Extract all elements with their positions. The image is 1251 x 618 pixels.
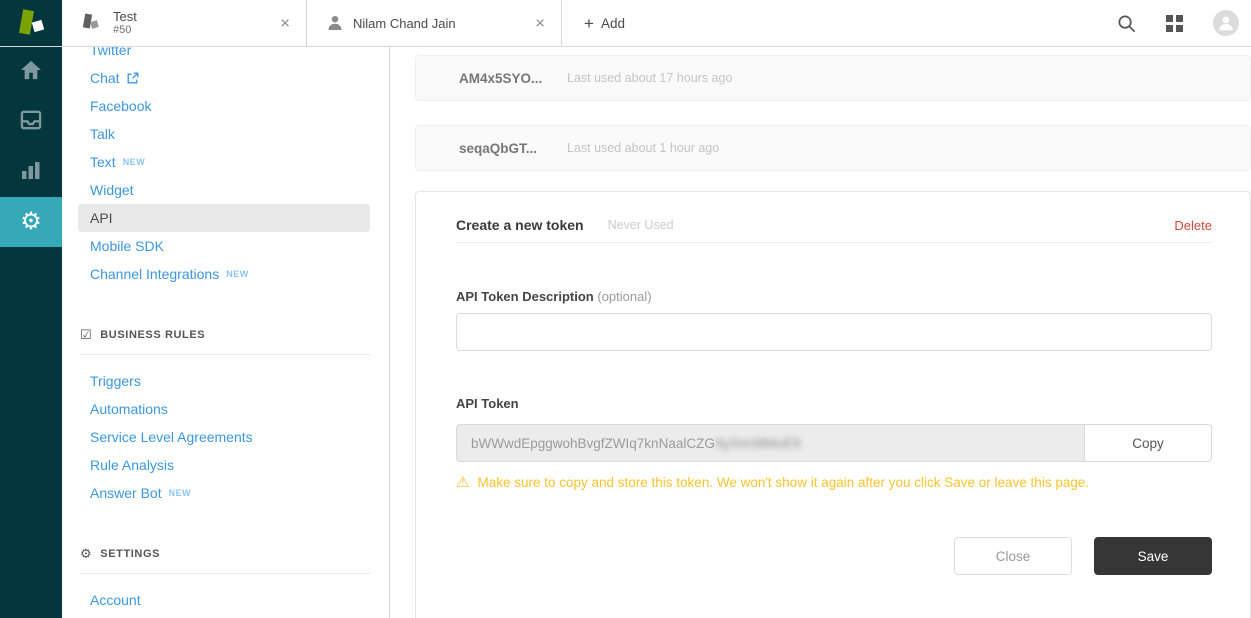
- tab-title: Nilam Chand Jain: [353, 16, 456, 31]
- token-warning: ⚠ Make sure to copy and store this token…: [456, 475, 1236, 490]
- close-tab-icon[interactable]: ×: [280, 15, 290, 32]
- sidebar-item-widget[interactable]: Widget: [78, 176, 370, 204]
- rail-item-home[interactable]: [0, 47, 62, 97]
- close-tab-icon[interactable]: ×: [535, 15, 545, 32]
- api-token-field-group: bWWwdEpggwohBvgfZWIq7knNaalCZG 6yXm38MuE…: [456, 424, 1212, 462]
- search-icon[interactable]: [1117, 14, 1136, 33]
- sidebar-item-mobile-sdk[interactable]: Mobile SDK: [78, 232, 370, 260]
- settings-sidebar: Twitter Chat Facebook Talk Text NEW Widg…: [62, 47, 390, 618]
- divider: [80, 573, 370, 574]
- api-tokens-panel: AM4x5SYO... Last used about 17 hours ago…: [390, 47, 1251, 618]
- sidebar-item-service-level-agreements[interactable]: Service Level Agreements: [78, 423, 370, 451]
- channels-nav-list: Twitter Chat Facebook Talk Text NEW Widg…: [62, 47, 389, 288]
- rail-item-reports[interactable]: [0, 147, 62, 197]
- zendesk-logo-white-shape: [32, 20, 44, 32]
- sidebar-item-chat[interactable]: Chat: [78, 64, 370, 92]
- sidebar-item-channel-integrations[interactable]: Channel Integrations NEW: [78, 260, 370, 288]
- token-last-used: Last used about 1 hour ago: [567, 141, 719, 155]
- rail-item-views[interactable]: [0, 97, 62, 147]
- top-bar: Test #50 × Nilam Chand Jain × + Add: [0, 0, 1251, 47]
- sidebar-item-talk[interactable]: Talk: [78, 120, 370, 148]
- gear-icon: ⚙: [80, 547, 92, 560]
- views-tray-icon: [20, 110, 42, 135]
- description-input[interactable]: [456, 313, 1212, 351]
- plus-icon: +: [584, 15, 594, 32]
- tab-title: Test: [113, 9, 137, 25]
- home-icon: [20, 60, 42, 85]
- token-name: seqaQbGT...: [459, 141, 549, 156]
- rail-item-settings[interactable]: ⚙: [0, 197, 62, 247]
- tab-ticket-test[interactable]: Test #50 ×: [62, 0, 307, 46]
- tab-user-nilam-chand-jain[interactable]: Nilam Chand Jain ×: [307, 0, 562, 46]
- sidebar-item-account[interactable]: Account: [78, 586, 370, 614]
- optional-hint: (optional): [597, 289, 651, 304]
- api-token-value[interactable]: bWWwdEpggwohBvgfZWIq7knNaalCZG 6yXm38MuE…: [456, 424, 1084, 462]
- divider: [456, 242, 1212, 243]
- avatar[interactable]: [1213, 10, 1239, 36]
- section-title: BUSINESS RULES: [100, 329, 205, 341]
- token-name: AM4x5SYO...: [459, 71, 549, 86]
- close-button[interactable]: Close: [954, 537, 1072, 575]
- add-tab-button[interactable]: + Add: [562, 0, 647, 46]
- token-row[interactable]: AM4x5SYO... Last used about 17 hours ago: [415, 55, 1251, 101]
- token-row[interactable]: seqaQbGT... Last used about 1 hour ago: [415, 125, 1251, 171]
- new-badge: NEW: [169, 484, 192, 502]
- delete-token-link[interactable]: Delete: [1174, 218, 1212, 233]
- warning-triangle-icon: ⚠: [456, 475, 469, 490]
- sidebar-item-api[interactable]: API: [78, 204, 370, 232]
- section-title: SETTINGS: [100, 548, 160, 560]
- external-link-icon: [127, 72, 139, 84]
- sidebar-item-rule-analysis[interactable]: Rule Analysis: [78, 451, 370, 479]
- sidebar-item-facebook[interactable]: Facebook: [78, 92, 370, 120]
- zendesk-logo: [0, 0, 62, 46]
- left-icon-rail: ⚙: [0, 0, 62, 618]
- sidebar-item-answer-bot[interactable]: Answer Bot NEW: [78, 479, 370, 507]
- section-business-rules: ☑ BUSINESS RULES: [80, 328, 370, 341]
- gear-icon: ⚙: [20, 210, 42, 234]
- tab-ticket-number: #50: [113, 24, 137, 37]
- sidebar-item-triggers[interactable]: Triggers: [78, 367, 370, 395]
- add-tab-label: Add: [601, 16, 625, 31]
- bar-chart-icon: [21, 160, 41, 185]
- new-badge: NEW: [123, 153, 146, 171]
- api-token-label: API Token: [456, 396, 1250, 411]
- sidebar-item-automations[interactable]: Automations: [78, 395, 370, 423]
- description-label: API Token Description (optional): [456, 289, 1250, 304]
- checkbox-check-icon: ☑: [80, 328, 92, 341]
- token-status: Never Used: [608, 218, 674, 232]
- card-title: Create a new token: [456, 217, 584, 233]
- section-settings: ⚙ SETTINGS: [80, 547, 370, 560]
- sidebar-item-twitter[interactable]: Twitter: [78, 47, 370, 64]
- person-icon: [327, 15, 343, 31]
- settings-nav-list: Account: [62, 586, 389, 614]
- business-rules-nav-list: Triggers Automations Service Level Agree…: [62, 367, 389, 507]
- save-button[interactable]: Save: [1094, 537, 1212, 575]
- copy-button[interactable]: Copy: [1084, 424, 1212, 462]
- token-last-used: Last used about 17 hours ago: [567, 71, 732, 85]
- token-blurred-tail: 6yXm38MuE9: [716, 436, 801, 451]
- new-badge: NEW: [226, 265, 249, 283]
- warning-text: Make sure to copy and store this token. …: [477, 475, 1089, 490]
- sidebar-item-text[interactable]: Text NEW: [78, 148, 370, 176]
- divider: [80, 354, 370, 355]
- create-token-card: Create a new token Never Used Delete API…: [415, 191, 1251, 618]
- ticket-icon: [82, 11, 102, 35]
- apps-grid-icon[interactable]: [1166, 15, 1183, 32]
